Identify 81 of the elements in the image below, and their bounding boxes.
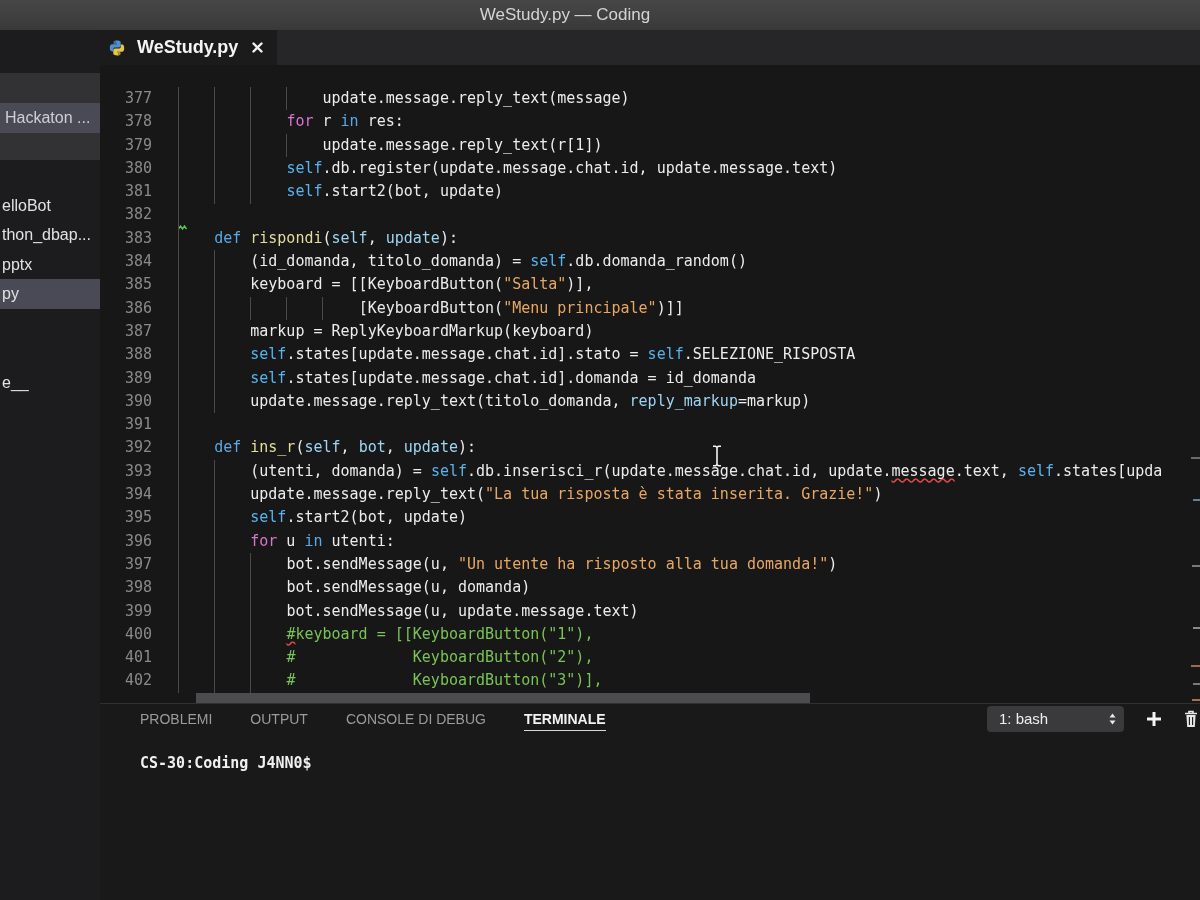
line-number: 402 bbox=[123, 670, 152, 692]
python-icon bbox=[109, 39, 125, 56]
sidebar-item[interactable]: py bbox=[0, 279, 100, 309]
code-line: (utenti, domanda) = self.db.inserisci_r(update.message.chat.id, update.message.text, self.states[upda bbox=[250, 460, 1163, 482]
line-number: 380 bbox=[123, 157, 152, 179]
line-number: 390 bbox=[123, 390, 152, 412]
line-number: 397 bbox=[123, 553, 152, 575]
line-number: 382 bbox=[123, 204, 152, 226]
indent-guide bbox=[286, 87, 288, 111]
sidebar-item[interactable]: Hackaton ... bbox=[0, 103, 100, 133]
panel-tab[interactable]: CONSOLE DI DEBUG bbox=[345, 706, 486, 731]
code-line: bot.sendMessage(u, domanda) bbox=[286, 577, 531, 599]
line-number: 400 bbox=[123, 623, 152, 645]
code-line: # KeyboardButton("3")], bbox=[286, 670, 603, 692]
indent-guide bbox=[286, 133, 288, 157]
line-number: 392 bbox=[123, 437, 152, 459]
ruler-mark bbox=[1191, 665, 1200, 667]
line-number: 379 bbox=[123, 134, 152, 156]
trash-icon[interactable] bbox=[1184, 709, 1198, 728]
indent-guide bbox=[322, 296, 324, 320]
code-line: [KeyboardButton("Menu principale")]] bbox=[358, 297, 684, 319]
ruler-mark bbox=[1192, 565, 1200, 567]
code-line: bot.sendMessage(u, update.message.text) bbox=[286, 600, 639, 622]
line-number: 381 bbox=[123, 181, 152, 203]
plus-icon[interactable] bbox=[1146, 710, 1162, 727]
line-number: 396 bbox=[123, 530, 152, 552]
line-number: 394 bbox=[123, 484, 152, 506]
line-number: 395 bbox=[123, 507, 152, 529]
code-line: self.states[update.message.chat.id].stato = self.SELEZIONE_RISPOSTA bbox=[250, 344, 856, 366]
line-number: 388 bbox=[123, 344, 152, 366]
terminal-dropdown[interactable]: 1: bash bbox=[987, 705, 1124, 732]
up-down-arrows-icon bbox=[1109, 712, 1116, 725]
code-line: self.start2(bot, update) bbox=[250, 507, 467, 529]
line-number: 378 bbox=[123, 111, 152, 133]
panel-tab[interactable]: PROBLEMI bbox=[140, 706, 213, 731]
panel-tab[interactable]: OUTPUT bbox=[250, 706, 308, 731]
code-line: # KeyboardButton("2"), bbox=[286, 647, 594, 669]
line-number: 389 bbox=[123, 367, 152, 389]
code-line: update.message.reply_text(message) bbox=[322, 88, 630, 109]
indent-guide bbox=[250, 296, 252, 320]
code-line: markup = ReplyKeyboardMarkup(keyboard) bbox=[250, 320, 594, 342]
code-line: self.db.register(update.message.chat.id, update.message.text) bbox=[286, 157, 838, 179]
ruler-mark bbox=[1191, 457, 1200, 459]
line-number: 398 bbox=[123, 577, 152, 599]
ruler-mark bbox=[1193, 627, 1200, 629]
ruler-mark bbox=[1193, 499, 1200, 501]
line-number: 377 bbox=[123, 88, 152, 109]
line-number: 386 bbox=[123, 297, 152, 319]
editor-tab[interactable]: WeStudy.py bbox=[100, 30, 278, 65]
code-line: keyboard = [[KeyboardButton("Salta")], bbox=[250, 274, 594, 296]
code-line: bot.sendMessage(u, "Un utente ha risposto alla tua domanda!") bbox=[286, 553, 838, 575]
panel-tab[interactable]: TERMINALE bbox=[523, 706, 606, 731]
code-line: for u in utenti: bbox=[250, 530, 395, 552]
code-line: self.start2(bot, update) bbox=[286, 181, 504, 203]
line-number: 387 bbox=[123, 320, 152, 342]
line-number: 393 bbox=[123, 460, 152, 482]
line-number: 401 bbox=[123, 647, 152, 669]
code-line: update.message.reply_text("La tua risposta è stata inserita. Grazie!") bbox=[250, 484, 883, 506]
terminal-prompt: CS-30:Coding J4NN0$ bbox=[140, 753, 313, 772]
code-line: def ins_r(self, bot, update): bbox=[214, 437, 477, 459]
sidebar-item[interactable]: thon_dbap... bbox=[0, 220, 100, 250]
ruler-mark bbox=[1193, 683, 1200, 685]
code-line: (id_domanda, titolo_domanda) = self.db.domanda_random() bbox=[250, 251, 747, 273]
line-number: 383 bbox=[123, 227, 152, 249]
code-line: self.states[update.message.chat.id].domanda = id_domanda bbox=[250, 367, 756, 389]
line-number: 399 bbox=[123, 600, 152, 622]
line-number: 384 bbox=[123, 251, 152, 273]
code-line: update.message.reply_text(titolo_domanda, reply_markup=markup) bbox=[250, 390, 811, 412]
close-icon[interactable] bbox=[252, 42, 264, 53]
sidebar-item[interactable]: pptx bbox=[0, 249, 100, 279]
line-number: 385 bbox=[123, 274, 152, 296]
line-number: 391 bbox=[123, 414, 152, 436]
code-line: #keyboard = [[KeyboardButton("1"), bbox=[286, 623, 594, 645]
scrollbar-thumb[interactable] bbox=[196, 692, 810, 703]
sidebar-item[interactable]: elloBot bbox=[0, 190, 100, 220]
indent-guide bbox=[286, 296, 288, 320]
code-line: for r in res: bbox=[286, 111, 404, 133]
sidebar-item[interactable]: e__ bbox=[0, 367, 100, 397]
window-title: WeStudy.py — Coding bbox=[479, 5, 651, 25]
code-line: def rispondi(self, update): bbox=[214, 227, 458, 249]
code-line: update.message.reply_text(r[1]) bbox=[322, 134, 603, 156]
